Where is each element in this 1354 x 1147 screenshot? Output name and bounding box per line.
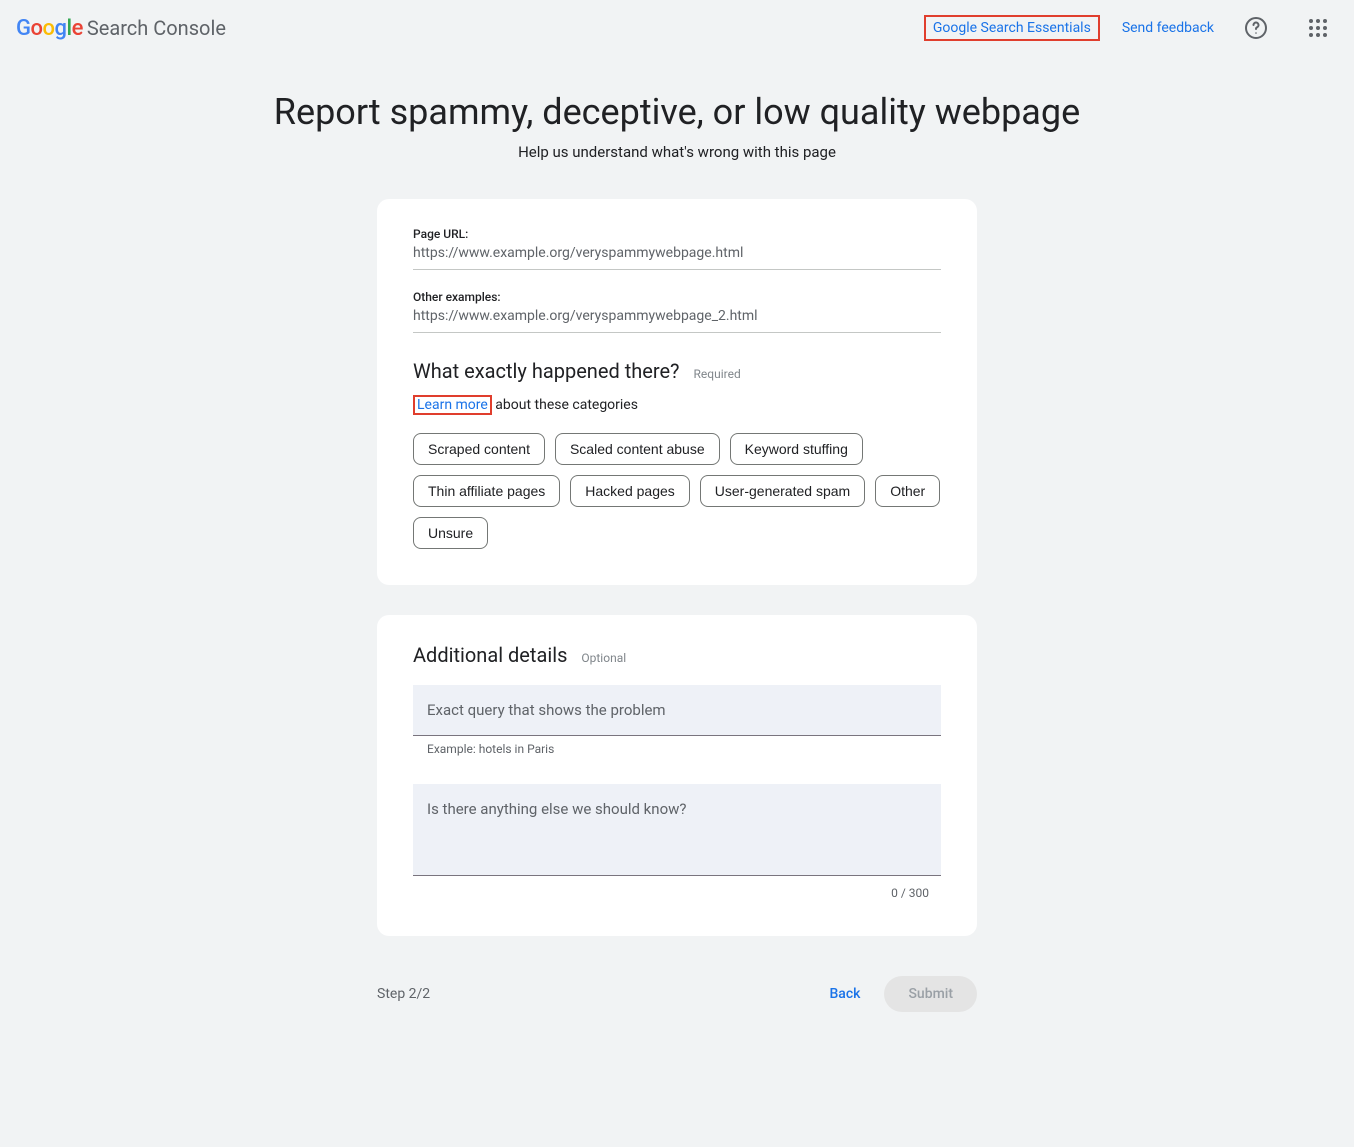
report-card: Page URL: https://www.example.org/verysp… (377, 199, 977, 585)
chip-other[interactable]: Other (875, 475, 940, 507)
page-url-field: Page URL: https://www.example.org/verysp… (413, 227, 941, 270)
query-helper: Example: hotels in Paris (413, 742, 941, 756)
action-buttons: Back Submit (829, 976, 977, 1012)
chip-keyword-stuffing[interactable]: Keyword stuffing (730, 433, 863, 465)
learn-more-link[interactable]: Learn more (413, 395, 492, 415)
char-count: 0 / 300 (413, 886, 941, 900)
app-header: Google Search Console Google Search Esse… (0, 0, 1354, 56)
question-title: What exactly happened there? (413, 359, 680, 383)
search-essentials-link[interactable]: Google Search Essentials (924, 15, 1100, 41)
help-icon[interactable] (1236, 8, 1276, 48)
header-right: Google Search Essentials Send feedback (924, 8, 1338, 48)
extra-field-group: 0 / 300 (413, 784, 941, 900)
logo: Google Search Console (16, 16, 226, 41)
other-examples-field: Other examples: https://www.example.org/… (413, 290, 941, 333)
chip-scaled-content-abuse[interactable]: Scaled content abuse (555, 433, 720, 465)
page-subtitle: Help us understand what's wrong with thi… (227, 143, 1127, 161)
step-indicator: Step 2/2 (377, 986, 430, 1002)
required-badge: Required (694, 367, 741, 381)
details-title: Additional details (413, 643, 567, 667)
question-header: What exactly happened there? Required (413, 359, 941, 383)
chip-scraped-content[interactable]: Scraped content (413, 433, 545, 465)
send-feedback-link[interactable]: Send feedback (1122, 20, 1214, 36)
chip-unsure[interactable]: Unsure (413, 517, 488, 549)
submit-button[interactable]: Submit (884, 976, 977, 1012)
optional-badge: Optional (581, 651, 626, 665)
query-input[interactable] (413, 685, 941, 736)
other-examples-label: Other examples: (413, 290, 941, 304)
product-name: Search Console (87, 16, 226, 40)
category-chips: Scraped content Scaled content abuse Key… (413, 433, 941, 549)
chip-hacked-pages[interactable]: Hacked pages (570, 475, 690, 507)
learn-more-line: Learn more about these categories (413, 397, 941, 413)
google-logo: Google (16, 16, 83, 41)
main-content: Report spammy, deceptive, or low quality… (227, 56, 1127, 1052)
learn-more-suffix: about these categories (492, 397, 638, 413)
page-url-value: https://www.example.org/veryspammywebpag… (413, 245, 941, 270)
details-card: Additional details Optional Example: hot… (377, 615, 977, 936)
extra-textarea[interactable] (413, 784, 941, 876)
apps-icon[interactable] (1298, 8, 1338, 48)
other-examples-value: https://www.example.org/veryspammywebpag… (413, 308, 941, 333)
page-title: Report spammy, deceptive, or low quality… (227, 91, 1127, 133)
footer-actions: Step 2/2 Back Submit (377, 966, 977, 1052)
query-field-group: Example: hotels in Paris (413, 685, 941, 756)
chip-user-generated-spam[interactable]: User-generated spam (700, 475, 865, 507)
details-header: Additional details Optional (413, 643, 941, 667)
chip-thin-affiliate-pages[interactable]: Thin affiliate pages (413, 475, 560, 507)
page-url-label: Page URL: (413, 227, 941, 241)
back-button[interactable]: Back (829, 986, 860, 1002)
